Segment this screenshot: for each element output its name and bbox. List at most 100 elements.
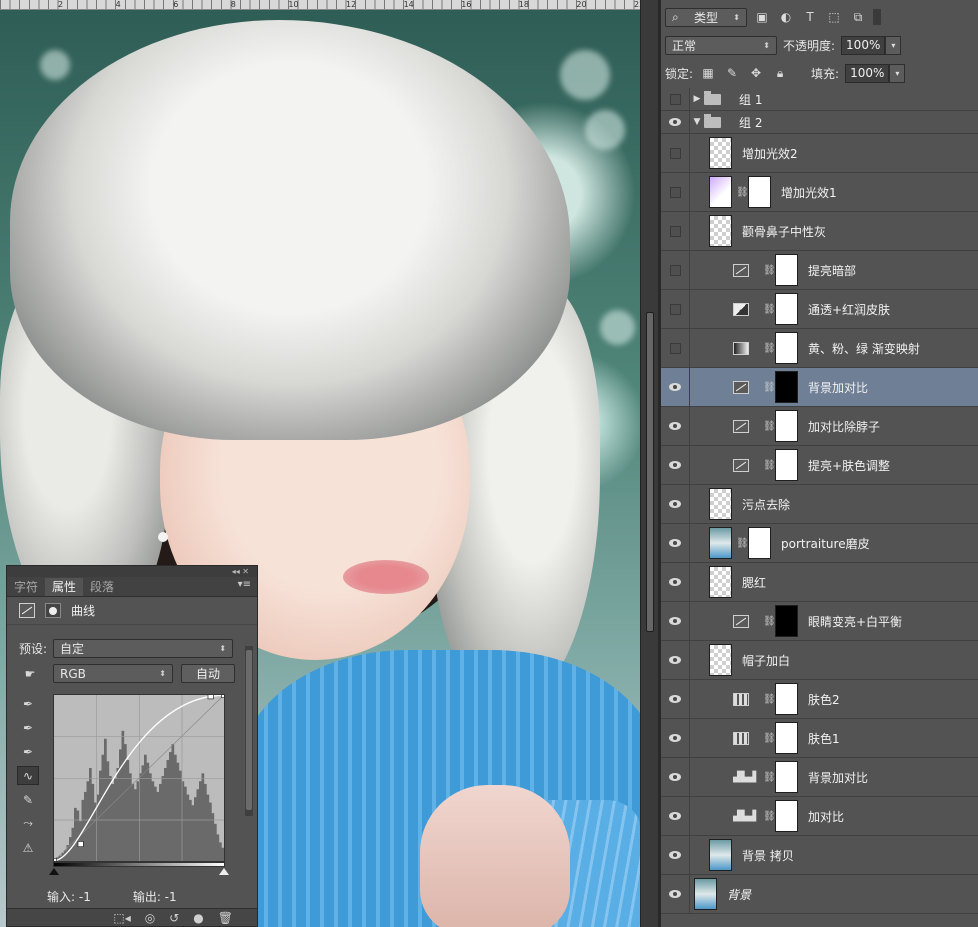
- fill-chevron-icon[interactable]: ▾: [889, 63, 906, 83]
- visibility-toggle[interactable]: [661, 368, 690, 406]
- preset-dropdown[interactable]: 自定 ⬍: [53, 639, 234, 658]
- layer-row[interactable]: ⛓ 提亮+肤色调整: [661, 446, 978, 485]
- visibility-toggle[interactable]: [661, 641, 690, 679]
- layer-row[interactable]: 腮红: [661, 563, 978, 602]
- visibility-toggle[interactable]: [661, 212, 690, 250]
- layer-row[interactable]: ⛓ 背景加对比: [661, 368, 978, 407]
- white-input-slider[interactable]: [219, 868, 229, 875]
- black-input-slider[interactable]: [49, 868, 59, 875]
- black-point-eyedropper-icon[interactable]: ✒: [17, 694, 39, 713]
- panel-collapse-bar[interactable]: ◂◂ ✕: [7, 566, 257, 577]
- lock-position-icon[interactable]: ✥: [747, 65, 765, 81]
- layer-group-row[interactable]: ▼ 组 2: [661, 111, 978, 134]
- layer-thumbnail[interactable]: [709, 839, 732, 871]
- adjustment-filter-icon[interactable]: ◐: [777, 9, 795, 25]
- layer-row[interactable]: ▟▙▟ ⛓ 背景加对比: [661, 758, 978, 797]
- layer-thumbnail[interactable]: [709, 137, 732, 169]
- layer-mask-thumbnail[interactable]: [775, 254, 798, 286]
- layer-mask-thumbnail[interactable]: [775, 371, 798, 403]
- layer-thumbnail[interactable]: [709, 215, 732, 247]
- layer-row[interactable]: ⛓ 眼睛变亮+白平衡: [661, 602, 978, 641]
- layer-mask-thumbnail[interactable]: [775, 800, 798, 832]
- visibility-eye-icon[interactable]: ●: [193, 911, 203, 925]
- smooth-icon[interactable]: ⤳: [17, 814, 39, 833]
- layer-row[interactable]: 增加光效2: [661, 134, 978, 173]
- layer-filter-dropdown[interactable]: ⌕ 类型 ⬍: [665, 7, 747, 27]
- shape-filter-icon[interactable]: ⬚: [825, 9, 843, 25]
- layer-thumbnail[interactable]: [709, 176, 732, 208]
- layer-row[interactable]: ⛓ 肤色2: [661, 680, 978, 719]
- lock-all-icon[interactable]: 🔒︎: [771, 65, 789, 81]
- curve-control-point[interactable]: [221, 694, 225, 698]
- layer-thumbnail[interactable]: [709, 566, 732, 598]
- hand-target-icon[interactable]: ☛: [19, 664, 41, 683]
- reset-icon[interactable]: ↺: [169, 911, 179, 925]
- visibility-toggle[interactable]: [661, 524, 690, 562]
- layer-row[interactable]: 颧骨鼻子中性灰: [661, 212, 978, 251]
- curve-tool-icon[interactable]: ∿: [17, 766, 39, 785]
- visibility-toggle[interactable]: [661, 485, 690, 523]
- properties-scrollbar[interactable]: [245, 646, 253, 816]
- layer-thumbnail[interactable]: [709, 644, 732, 676]
- chevron-down-icon[interactable]: ▼: [690, 117, 704, 127]
- channel-dropdown[interactable]: RGB ⬍: [53, 664, 173, 683]
- blend-mode-dropdown[interactable]: 正常 ⬍: [665, 35, 777, 55]
- pencil-icon[interactable]: ✎: [17, 790, 39, 809]
- layer-mask-thumbnail[interactable]: [775, 683, 798, 715]
- layer-row[interactable]: 污点去除: [661, 485, 978, 524]
- layer-row[interactable]: ▟▙▟ ⛓ 加对比: [661, 797, 978, 836]
- tab-properties[interactable]: 属性: [45, 578, 84, 596]
- fill-input[interactable]: 100%: [845, 63, 890, 83]
- layer-mask-thumbnail[interactable]: [775, 761, 798, 793]
- visibility-toggle[interactable]: [661, 836, 690, 874]
- lock-paint-icon[interactable]: ✎: [723, 65, 741, 81]
- pixel-filter-icon[interactable]: ▣: [753, 9, 771, 25]
- gray-point-eyedropper-icon[interactable]: ✒: [17, 718, 39, 737]
- layer-row[interactable]: ⛓ 提亮暗部: [661, 251, 978, 290]
- type-filter-icon[interactable]: T: [801, 9, 819, 25]
- filter-toggle-switch[interactable]: [873, 9, 881, 25]
- visibility-toggle[interactable]: [661, 680, 690, 718]
- visibility-toggle[interactable]: [661, 875, 690, 913]
- white-point-eyedropper-icon[interactable]: ✒: [17, 742, 39, 761]
- opacity-chevron-icon[interactable]: ▾: [885, 35, 902, 55]
- curves-icon[interactable]: [19, 603, 35, 618]
- chevron-right-icon[interactable]: ▶: [690, 94, 704, 104]
- view-previous-icon[interactable]: ◎: [145, 911, 155, 925]
- layer-mask-thumbnail[interactable]: [775, 449, 798, 481]
- visibility-toggle[interactable]: [661, 602, 690, 640]
- layer-thumbnail[interactable]: [694, 878, 717, 910]
- layer-group-row[interactable]: ▶ 组 1: [661, 88, 978, 111]
- scrollbar-thumb[interactable]: [246, 650, 252, 810]
- layer-thumbnail[interactable]: [709, 527, 732, 559]
- visibility-toggle[interactable]: [661, 173, 690, 211]
- curve-control-point[interactable]: [77, 841, 84, 848]
- visibility-toggle[interactable]: [661, 446, 690, 484]
- curve-control-point[interactable]: [207, 694, 214, 700]
- layer-mask-thumbnail[interactable]: [775, 722, 798, 754]
- tab-paragraph[interactable]: 段落: [83, 578, 121, 596]
- layer-row[interactable]: ⛓ portraiture磨皮: [661, 524, 978, 563]
- visibility-toggle[interactable]: [661, 797, 690, 835]
- canvas-vertical-scrollbar[interactable]: [640, 0, 658, 927]
- layer-mask-thumbnail[interactable]: [775, 410, 798, 442]
- delete-icon[interactable]: 🗑︎: [218, 911, 233, 925]
- layer-mask-thumbnail[interactable]: [748, 176, 771, 208]
- clipping-warning-icon[interactable]: ⚠: [17, 838, 39, 857]
- mask-icon[interactable]: [45, 603, 61, 618]
- visibility-toggle[interactable]: [661, 407, 690, 445]
- layer-row[interactable]: ⛓ 增加光效1: [661, 173, 978, 212]
- visibility-toggle[interactable]: [661, 290, 690, 328]
- opacity-input[interactable]: 100%: [841, 35, 886, 55]
- visibility-toggle[interactable]: [661, 134, 690, 172]
- tab-character[interactable]: 字符: [7, 578, 45, 596]
- auto-button[interactable]: 自动: [181, 664, 236, 683]
- layer-mask-thumbnail[interactable]: [748, 527, 771, 559]
- layer-mask-thumbnail[interactable]: [775, 605, 798, 637]
- visibility-toggle[interactable]: [661, 88, 690, 110]
- clip-to-layer-icon[interactable]: ⬚◂: [113, 911, 130, 925]
- layer-row[interactable]: ⛓ 加对比除脖子: [661, 407, 978, 446]
- panel-menu-icon[interactable]: ▾≡: [238, 579, 251, 590]
- layer-row[interactable]: ⛓ 通透+红润皮肤: [661, 290, 978, 329]
- scrollbar-thumb[interactable]: [646, 312, 654, 632]
